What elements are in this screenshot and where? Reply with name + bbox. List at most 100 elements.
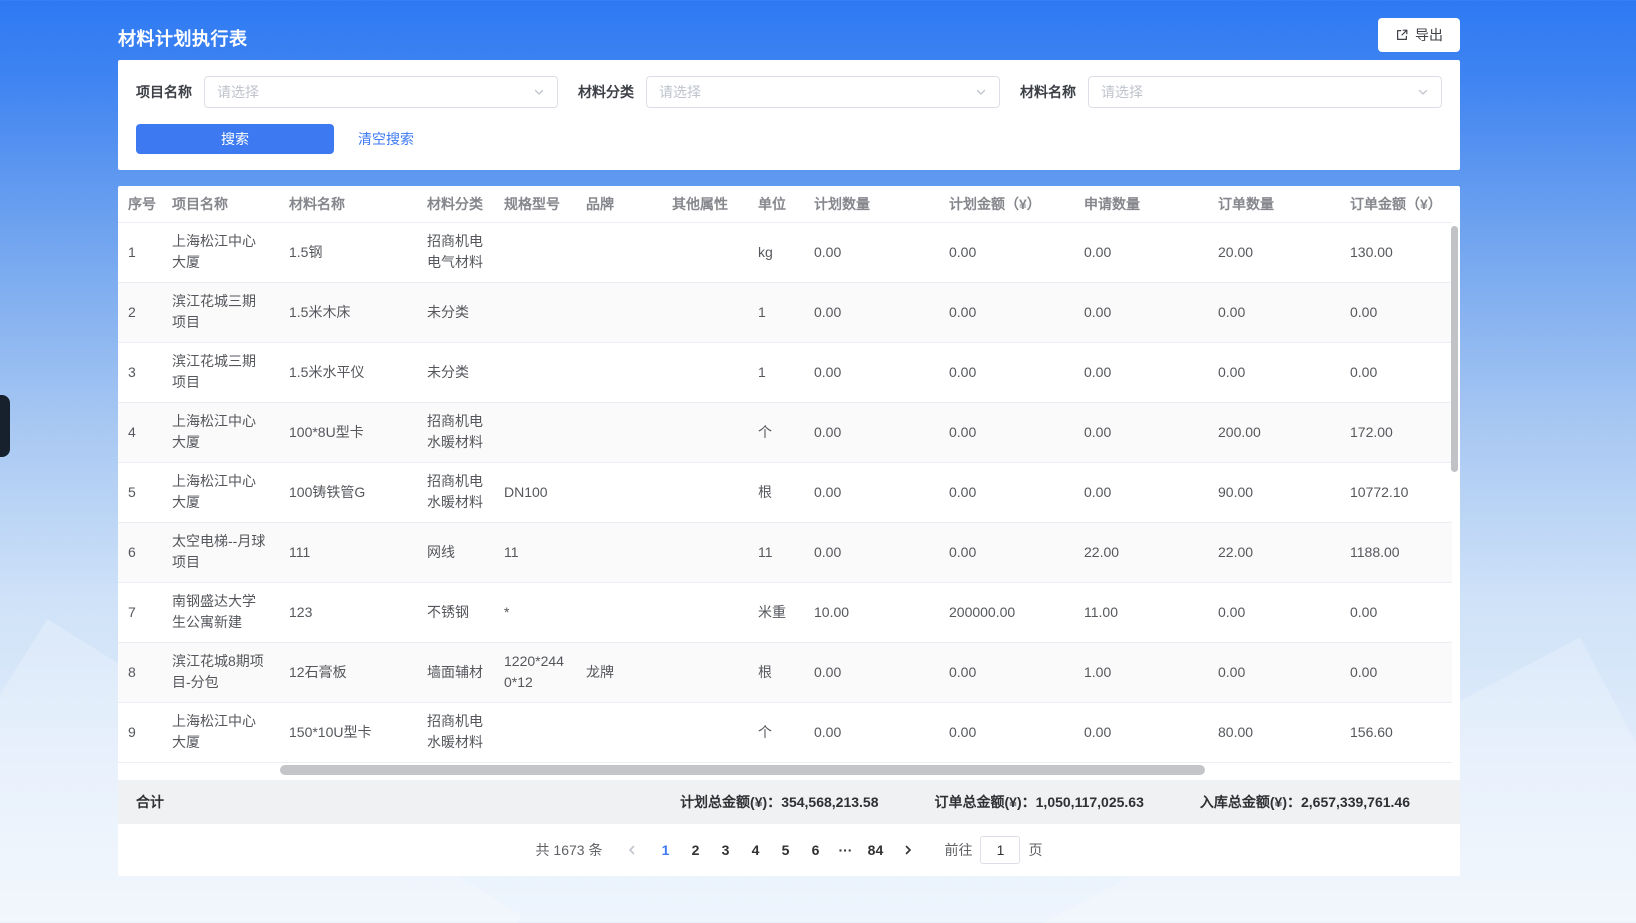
material-name-select[interactable]: 请选择 xyxy=(1088,76,1442,108)
drawer-handle[interactable] xyxy=(0,395,10,457)
table-cell xyxy=(662,342,748,402)
table-cell: 0.00 xyxy=(1340,642,1452,702)
table-cell: 0.00 xyxy=(939,462,1074,522)
filter-group-material-category: 材料分类 请选择 xyxy=(578,76,1000,108)
pager-page-2[interactable]: 2 xyxy=(680,836,710,864)
table-cell: 太空电梯--月球项目 xyxy=(162,522,279,582)
table-cell: 130.00 xyxy=(1340,222,1452,282)
table-cell: 0.00 xyxy=(939,282,1074,342)
table-cell: 22.00 xyxy=(1208,522,1340,582)
summary-row: 合计 计划总金额(¥)：354,568,213.58订单总金额(¥)：1,050… xyxy=(118,780,1460,824)
top-bar: 材料计划执行表 导出 xyxy=(0,0,1636,60)
material-category-label: 材料分类 xyxy=(578,82,634,102)
column-header: 材料名称 xyxy=(279,186,417,222)
table-row[interactable]: 7南钢盛达大学生公寓新建123不锈钢*米重10.00200000.0011.00… xyxy=(118,582,1452,642)
material-category-select[interactable]: 请选择 xyxy=(646,76,1000,108)
export-button[interactable]: 导出 xyxy=(1378,18,1460,52)
table-cell xyxy=(662,522,748,582)
table-cell: 156.60 xyxy=(1340,702,1452,762)
table-cell: DN100 xyxy=(494,462,576,522)
pager-page-3[interactable]: 3 xyxy=(710,836,740,864)
table-cell: 3 xyxy=(118,342,162,402)
summary-item-label: 入库总金额(¥)： xyxy=(1200,792,1301,812)
table-cell: 0.00 xyxy=(1340,342,1452,402)
table-cell: 1 xyxy=(748,342,804,402)
pager-prev-button[interactable] xyxy=(618,836,646,864)
table-cell: 0.00 xyxy=(1208,282,1340,342)
table-cell: 6 xyxy=(118,522,162,582)
table-cell: 1220*2440*12 xyxy=(494,642,576,702)
project-name-select[interactable]: 请选择 xyxy=(204,76,558,108)
filter-panel: 项目名称 请选择 材料分类 请选择 材料名称 请选择 xyxy=(118,60,1460,170)
table-cell xyxy=(662,462,748,522)
table-cell: 11.00 xyxy=(1074,582,1208,642)
table-cell: 上海松江中心大厦 xyxy=(162,222,279,282)
table-cell: 5 xyxy=(118,462,162,522)
table-row[interactable]: 3滨江花城三期项目1.5米水平仪未分类10.000.000.000.000.00 xyxy=(118,342,1452,402)
summary-item: 订单总金额(¥)：1,050,117,025.63 xyxy=(935,792,1144,812)
pager-page-4[interactable]: 4 xyxy=(740,836,770,864)
horizontal-scrollbar-thumb[interactable] xyxy=(280,765,1205,775)
table-cell: 0.00 xyxy=(939,522,1074,582)
search-button[interactable]: 搜索 xyxy=(136,124,334,154)
table-cell: 1188.00 xyxy=(1340,522,1452,582)
table-panel: 序号项目名称材料名称材料分类规格型号品牌其他属性单位计划数量计划金额（¥）申请数… xyxy=(118,186,1460,876)
table-row[interactable]: 8滨江花城8期项目-分包12石膏板墙面辅材1220*2440*12龙牌根0.00… xyxy=(118,642,1452,702)
table-row[interactable]: 5上海松江中心大厦100铸铁管G招商机电水暖材料DN100根0.000.000.… xyxy=(118,462,1452,522)
table-row[interactable]: 9上海松江中心大厦150*10U型卡招商机电水暖材料个0.000.000.008… xyxy=(118,702,1452,762)
pager-total-count: 共 1673 条 xyxy=(536,840,603,860)
page-title: 材料计划执行表 xyxy=(118,25,248,51)
table-cell: 123 xyxy=(279,582,417,642)
table-cell: 0.00 xyxy=(804,702,939,762)
table-cell xyxy=(662,642,748,702)
table-row[interactable]: 4上海松江中心大厦100*8U型卡招商机电水暖材料个0.000.000.0020… xyxy=(118,402,1452,462)
table-cell: 0.00 xyxy=(804,342,939,402)
summary-item: 入库总金额(¥)：2,657,339,761.46 xyxy=(1200,792,1410,812)
table-cell: 80.00 xyxy=(1208,702,1340,762)
table-row[interactable]: 6太空电梯--月球项目111网线11110.000.0022.0022.0011… xyxy=(118,522,1452,582)
vertical-scrollbar-thumb[interactable] xyxy=(1451,226,1458,472)
column-header: 申请数量 xyxy=(1074,186,1208,222)
summary-item-value: 1,050,117,025.63 xyxy=(1036,794,1144,810)
pager-page-1[interactable]: 1 xyxy=(650,836,680,864)
table-row[interactable]: 1上海松江中心大厦1.5钢招商机电电气材料kg0.000.000.0020.00… xyxy=(118,222,1452,282)
table-cell xyxy=(494,282,576,342)
table-cell: 1 xyxy=(748,282,804,342)
table-cell: 111 xyxy=(279,522,417,582)
project-name-label: 项目名称 xyxy=(136,82,192,102)
table-cell: 招商机电电气材料 xyxy=(417,222,494,282)
table-cell: 0.00 xyxy=(1340,582,1452,642)
pager-next-button[interactable] xyxy=(894,836,922,864)
table-cell: 根 xyxy=(748,462,804,522)
table-cell: 滨江花城8期项目-分包 xyxy=(162,642,279,702)
table-cell xyxy=(662,222,748,282)
pager-page-6[interactable]: 6 xyxy=(800,836,830,864)
chevron-down-icon xyxy=(533,86,545,98)
table-cell: 22.00 xyxy=(1074,522,1208,582)
export-icon xyxy=(1395,28,1409,42)
table-cell: 滨江花城三期项目 xyxy=(162,342,279,402)
table-cell xyxy=(662,282,748,342)
goto-page-input[interactable] xyxy=(980,836,1020,864)
table-cell xyxy=(494,402,576,462)
select-placeholder: 请选择 xyxy=(1101,82,1143,102)
column-header: 单位 xyxy=(748,186,804,222)
table-cell: 0.00 xyxy=(1208,582,1340,642)
table-cell: 招商机电水暖材料 xyxy=(417,402,494,462)
summary-item: 计划总金额(¥)：354,568,213.58 xyxy=(680,792,878,812)
table-row[interactable]: 2滨江花城三期项目1.5米木床未分类10.000.000.000.000.00 xyxy=(118,282,1452,342)
table-cell: 网线 xyxy=(417,522,494,582)
pager-page-5[interactable]: 5 xyxy=(770,836,800,864)
table-cell: 未分类 xyxy=(417,342,494,402)
pager-ellipsis[interactable]: ··· xyxy=(830,836,860,864)
table-cell: 0.00 xyxy=(939,222,1074,282)
export-label: 导出 xyxy=(1415,25,1443,45)
summary-item-value: 2,657,339,761.46 xyxy=(1301,794,1410,810)
clear-search-button[interactable]: 清空搜索 xyxy=(358,129,414,149)
pager-page-84[interactable]: 84 xyxy=(860,836,890,864)
select-placeholder: 请选择 xyxy=(659,82,701,102)
table-cell: 0.00 xyxy=(804,522,939,582)
table-cell: 10.00 xyxy=(804,582,939,642)
table-cell: 不锈钢 xyxy=(417,582,494,642)
chevron-down-icon xyxy=(1417,86,1429,98)
